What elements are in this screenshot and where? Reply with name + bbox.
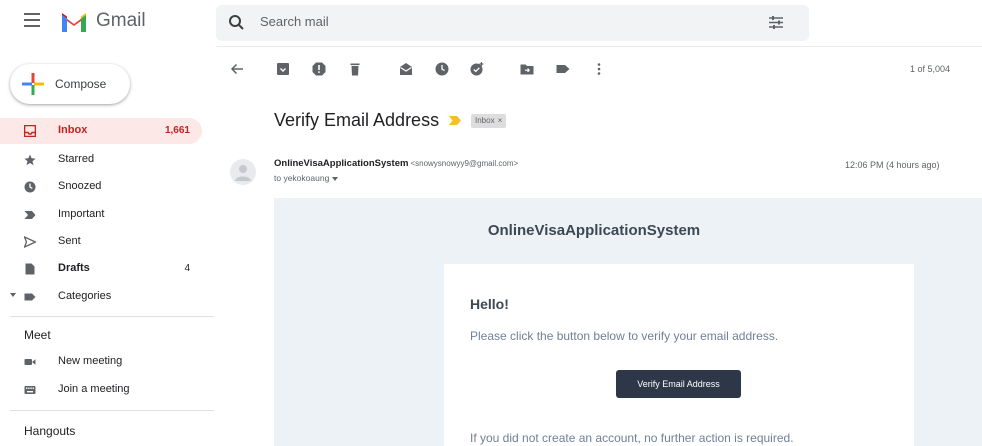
recipient-details[interactable]: to yekokoaung — [274, 173, 338, 183]
search-bar[interactable] — [216, 5, 809, 41]
sidebar-item-categories[interactable]: Categories — [0, 284, 202, 310]
email-subject: Verify Email Address — [274, 110, 440, 130]
inbox-icon — [24, 125, 36, 137]
sender-name: OnlineVisaApplicationSystem — [274, 158, 409, 169]
tune-icon[interactable] — [769, 16, 783, 29]
sidebar-item-label: Drafts — [58, 262, 90, 274]
clock-icon — [24, 181, 36, 193]
important-marker-icon[interactable] — [449, 116, 461, 125]
labels-icon[interactable] — [556, 62, 570, 76]
verify-email-button[interactable]: Verify Email Address — [616, 370, 741, 398]
back-arrow-icon[interactable] — [230, 62, 244, 76]
label-chip-text: Inbox — [475, 116, 495, 125]
plus-icon — [22, 73, 44, 95]
snooze-icon[interactable] — [435, 62, 449, 76]
sidebar-item-sent[interactable]: Sent — [0, 229, 202, 255]
sender-line: OnlineVisaApplicationSystem <snowysnowyy9… — [274, 158, 518, 169]
report-spam-icon[interactable] — [312, 62, 326, 76]
top-bar: Gmail — [0, 0, 982, 47]
email-card: Hello! Please click the button below to … — [444, 264, 914, 446]
sidebar-item-label: Snoozed — [58, 180, 102, 192]
unread-count: 1,661 — [164, 125, 190, 136]
archive-icon[interactable] — [276, 62, 290, 76]
sidebar-item-new-meeting[interactable]: New meeting — [0, 349, 202, 375]
star-icon — [24, 154, 36, 166]
menu-icon[interactable] — [24, 13, 42, 29]
delete-icon[interactable] — [348, 62, 362, 76]
video-icon — [24, 359, 36, 365]
meet-heading: Meet — [24, 328, 51, 342]
sidebar-item-starred[interactable]: Starred — [0, 147, 202, 173]
hangouts-heading: Hangouts — [24, 424, 76, 438]
email-footer-text: If you did not create an account, no fur… — [470, 431, 794, 445]
email-instruction: Please click the button below to verify … — [470, 329, 779, 343]
email-greeting: Hello! — [470, 296, 509, 312]
more-icon[interactable] — [592, 62, 606, 76]
sender-email: <snowysnowyy9@gmail.com> — [410, 159, 519, 168]
message-time: 12:06 PM (4 hours ago) — [845, 160, 940, 170]
important-icon — [24, 211, 36, 219]
draft-icon — [25, 263, 35, 275]
sidebar-item-label: New meeting — [58, 355, 123, 367]
sidebar-item-label: Starred — [58, 153, 95, 165]
email-brand-name: OnlineVisaApplicationSystem — [487, 222, 701, 239]
keyboard-icon — [24, 386, 36, 394]
mark-unread-icon[interactable] — [399, 62, 413, 76]
sidebar-item-label: Sent — [58, 235, 81, 247]
move-to-icon[interactable] — [520, 62, 534, 76]
compose-button[interactable]: Compose — [10, 64, 130, 104]
add-task-icon[interactable] — [470, 62, 484, 76]
caret-down-icon — [331, 177, 338, 181]
send-icon — [24, 236, 36, 248]
sidebar-divider — [10, 316, 214, 317]
drafts-count: 4 — [184, 263, 190, 274]
sidebar-item-join-meeting[interactable]: Join a meeting — [0, 377, 202, 403]
avatar — [230, 159, 256, 185]
gmail-logo[interactable]: Gmail — [60, 10, 146, 32]
sidebar-item-label: Join a meeting — [58, 383, 130, 395]
compose-label: Compose — [55, 77, 107, 91]
recipient-label: to yekokoaung — [274, 173, 330, 183]
caret-down-icon[interactable] — [10, 293, 16, 298]
inbox-label-chip: Inbox × — [471, 114, 507, 128]
sidebar-item-label: Categories — [58, 290, 112, 302]
sidebar-item-inbox[interactable]: Inbox 1,661 — [0, 118, 202, 144]
search-icon[interactable] — [228, 14, 245, 31]
pagination-label: 1 of 5,004 — [910, 64, 951, 74]
avatar-icon — [235, 165, 251, 181]
sidebar-item-snoozed[interactable]: Snoozed — [0, 174, 202, 200]
sidebar-item-important[interactable]: Important — [0, 202, 202, 228]
sidebar-item-drafts[interactable]: Drafts 4 — [0, 256, 202, 282]
app-name: Gmail — [96, 10, 146, 31]
remove-label-button[interactable]: × — [498, 116, 503, 125]
label-icon — [24, 293, 36, 301]
header-divider — [216, 46, 982, 47]
sidebar-item-label: Inbox — [58, 124, 88, 136]
sidebar-divider — [10, 410, 214, 411]
gmail-m-icon — [62, 12, 86, 32]
search-input[interactable] — [260, 14, 720, 29]
sidebar-item-label: Important — [58, 208, 105, 220]
